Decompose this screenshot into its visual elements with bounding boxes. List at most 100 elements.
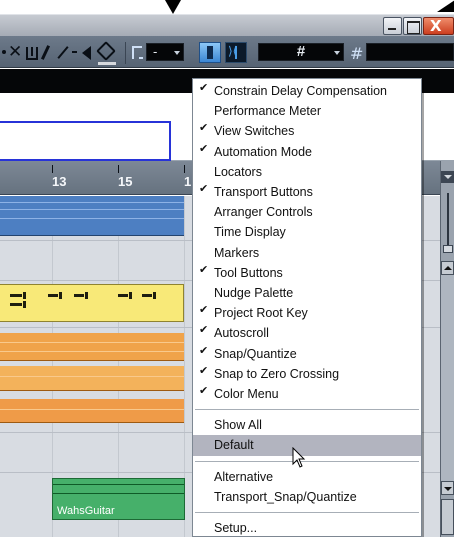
menu-item-label: Alternative [214, 469, 274, 484]
checkmark-icon: ✔ [199, 303, 209, 317]
menu-item[interactable]: ✔ Constrain Delay Compensation [193, 81, 421, 101]
menu-item-label: Locators [214, 164, 262, 179]
menu-item[interactable]: Performance Meter [193, 101, 421, 121]
menu-item-label: Nudge Palette [214, 286, 294, 300]
part-lane-line [53, 484, 184, 485]
menu-separator [195, 512, 419, 513]
close-button[interactable]: X [423, 17, 454, 35]
menu-item[interactable]: Transport_Snap/Quantize [193, 487, 421, 507]
midi-note [48, 292, 62, 299]
audio-part-orange[interactable] [0, 333, 184, 361]
part-lane-line [0, 376, 184, 377]
zoom-control[interactable] [441, 499, 454, 535]
menu-item-label: Automation Mode [214, 144, 312, 159]
project-toolbar[interactable]: ✕ - # # [0, 36, 454, 68]
checkmark-icon: ✔ [199, 384, 209, 397]
part-lane-line [0, 409, 184, 410]
minimize-button[interactable] [383, 17, 402, 35]
menu-item[interactable]: Markers [193, 243, 421, 263]
menu-item[interactable]: ✔ Project Root Key [193, 303, 421, 323]
ruler-label: 1 [184, 174, 192, 189]
audio-part-green[interactable]: WahsGuitar [52, 478, 185, 520]
menu-item[interactable]: Alternative [193, 467, 421, 487]
checkmark-icon: ✔ [199, 262, 209, 276]
split-tool-icon[interactable] [26, 47, 38, 60]
toolbar-handle-icon [2, 50, 6, 54]
snap-on-off-button[interactable] [199, 42, 221, 63]
menu-item[interactable]: ✔ Snap/Quantize [193, 344, 421, 364]
menu-item-label: Markers [214, 245, 260, 260]
menu-item[interactable]: Nudge Palette [193, 283, 421, 303]
midi-note [74, 292, 88, 299]
midi-note [118, 292, 132, 299]
quantize-dropdown[interactable]: # [258, 43, 344, 61]
checkmark-icon: ✔ [199, 81, 209, 94]
snap-type-icon[interactable] [132, 46, 143, 59]
menu-item-label: Time Display [214, 225, 286, 240]
menu-item[interactable]: ✔ Tool Buttons [193, 263, 421, 283]
menu-item[interactable]: Time Display [193, 222, 421, 242]
menu-item[interactable]: ✔ Autoscroll [193, 323, 421, 343]
scroll-down-icon[interactable] [441, 481, 454, 495]
pencil-tool-icon[interactable] [40, 45, 51, 60]
menu-item[interactable]: ✔ Snap to Zero Crossing [193, 364, 421, 384]
midi-note [10, 292, 26, 299]
menu-item-label: View Switches [214, 124, 295, 139]
play-tool-icon[interactable] [82, 46, 91, 60]
menu-item[interactable]: ✔ View Switches [193, 121, 421, 141]
vertical-zoom-slider[interactable] [447, 193, 449, 253]
quantize-value: # [296, 43, 306, 60]
menu-item[interactable]: ✔ Color Menu [193, 384, 421, 404]
overview-view-rectangle[interactable] [0, 121, 171, 161]
annotation-arrow-right [437, 0, 454, 12]
grid-type-value: - [153, 44, 158, 59]
part-lane-line [0, 342, 184, 343]
checkmark-icon: ✔ [199, 182, 209, 195]
window-title-bar[interactable]: X [0, 14, 454, 36]
vertical-zoom-thumb[interactable] [443, 245, 453, 253]
midi-note [10, 301, 26, 308]
menu-item[interactable]: ✔ Transport Buttons [193, 182, 421, 202]
line-tool-icon[interactable] [57, 46, 69, 59]
color-tool-icon[interactable] [96, 41, 116, 61]
menu-item[interactable]: Show All [193, 415, 421, 435]
menu-item-label: Transport Buttons [214, 185, 313, 199]
part-lane-line [53, 493, 184, 494]
menu-item-label: Snap/Quantize [214, 346, 297, 361]
color-swatch-bar[interactable] [98, 62, 116, 65]
line-tool-tail-icon [72, 51, 77, 53]
quantize-grid-icon: # [350, 44, 364, 63]
menu-item[interactable]: Setup... [193, 518, 421, 537]
midi-part-yellow[interactable] [0, 284, 184, 322]
menu-item-label: Arranger Controls [214, 205, 313, 220]
menu-item-label: Show All [214, 418, 262, 433]
ruler-tick [52, 165, 53, 173]
menu-item-label: Performance Meter [214, 104, 321, 119]
menu-item[interactable]: ✔ Automation Mode [193, 142, 421, 162]
maximize-button[interactable] [403, 17, 422, 35]
menu-separator [195, 409, 419, 411]
scroll-up-icon[interactable] [441, 261, 454, 275]
audio-part-orange[interactable] [0, 399, 184, 423]
part-lane-line [0, 351, 184, 352]
audio-part-blue[interactable] [0, 196, 184, 236]
length-quantize-dropdown[interactable] [366, 43, 454, 61]
menu-item-label: Tool Buttons [214, 265, 283, 280]
snap-zero-crossing-button[interactable] [225, 42, 247, 63]
checkmark-icon: ✔ [199, 363, 209, 377]
erase-tool-icon[interactable]: ✕ [8, 44, 22, 61]
scrollbar-track[interactable] [441, 275, 454, 481]
audio-part-orange[interactable] [0, 366, 184, 391]
part-lane-line [0, 202, 184, 203]
panel-menu-icon[interactable] [441, 171, 454, 183]
menu-item-label: Project Root Key [214, 306, 308, 321]
menu-item[interactable]: Arranger Controls [193, 202, 421, 222]
vertical-scroll-panel[interactable] [440, 161, 454, 537]
ruler-tick [184, 165, 185, 173]
menu-item-label: Default [214, 438, 254, 453]
menu-item[interactable]: Locators [193, 162, 421, 182]
grid-type-dropdown[interactable]: - [146, 43, 184, 61]
chevron-down-icon [334, 51, 340, 55]
cubase-project-window: X ✕ - # # 13 15 1 [0, 0, 454, 537]
ruler-label: 15 [118, 174, 133, 189]
